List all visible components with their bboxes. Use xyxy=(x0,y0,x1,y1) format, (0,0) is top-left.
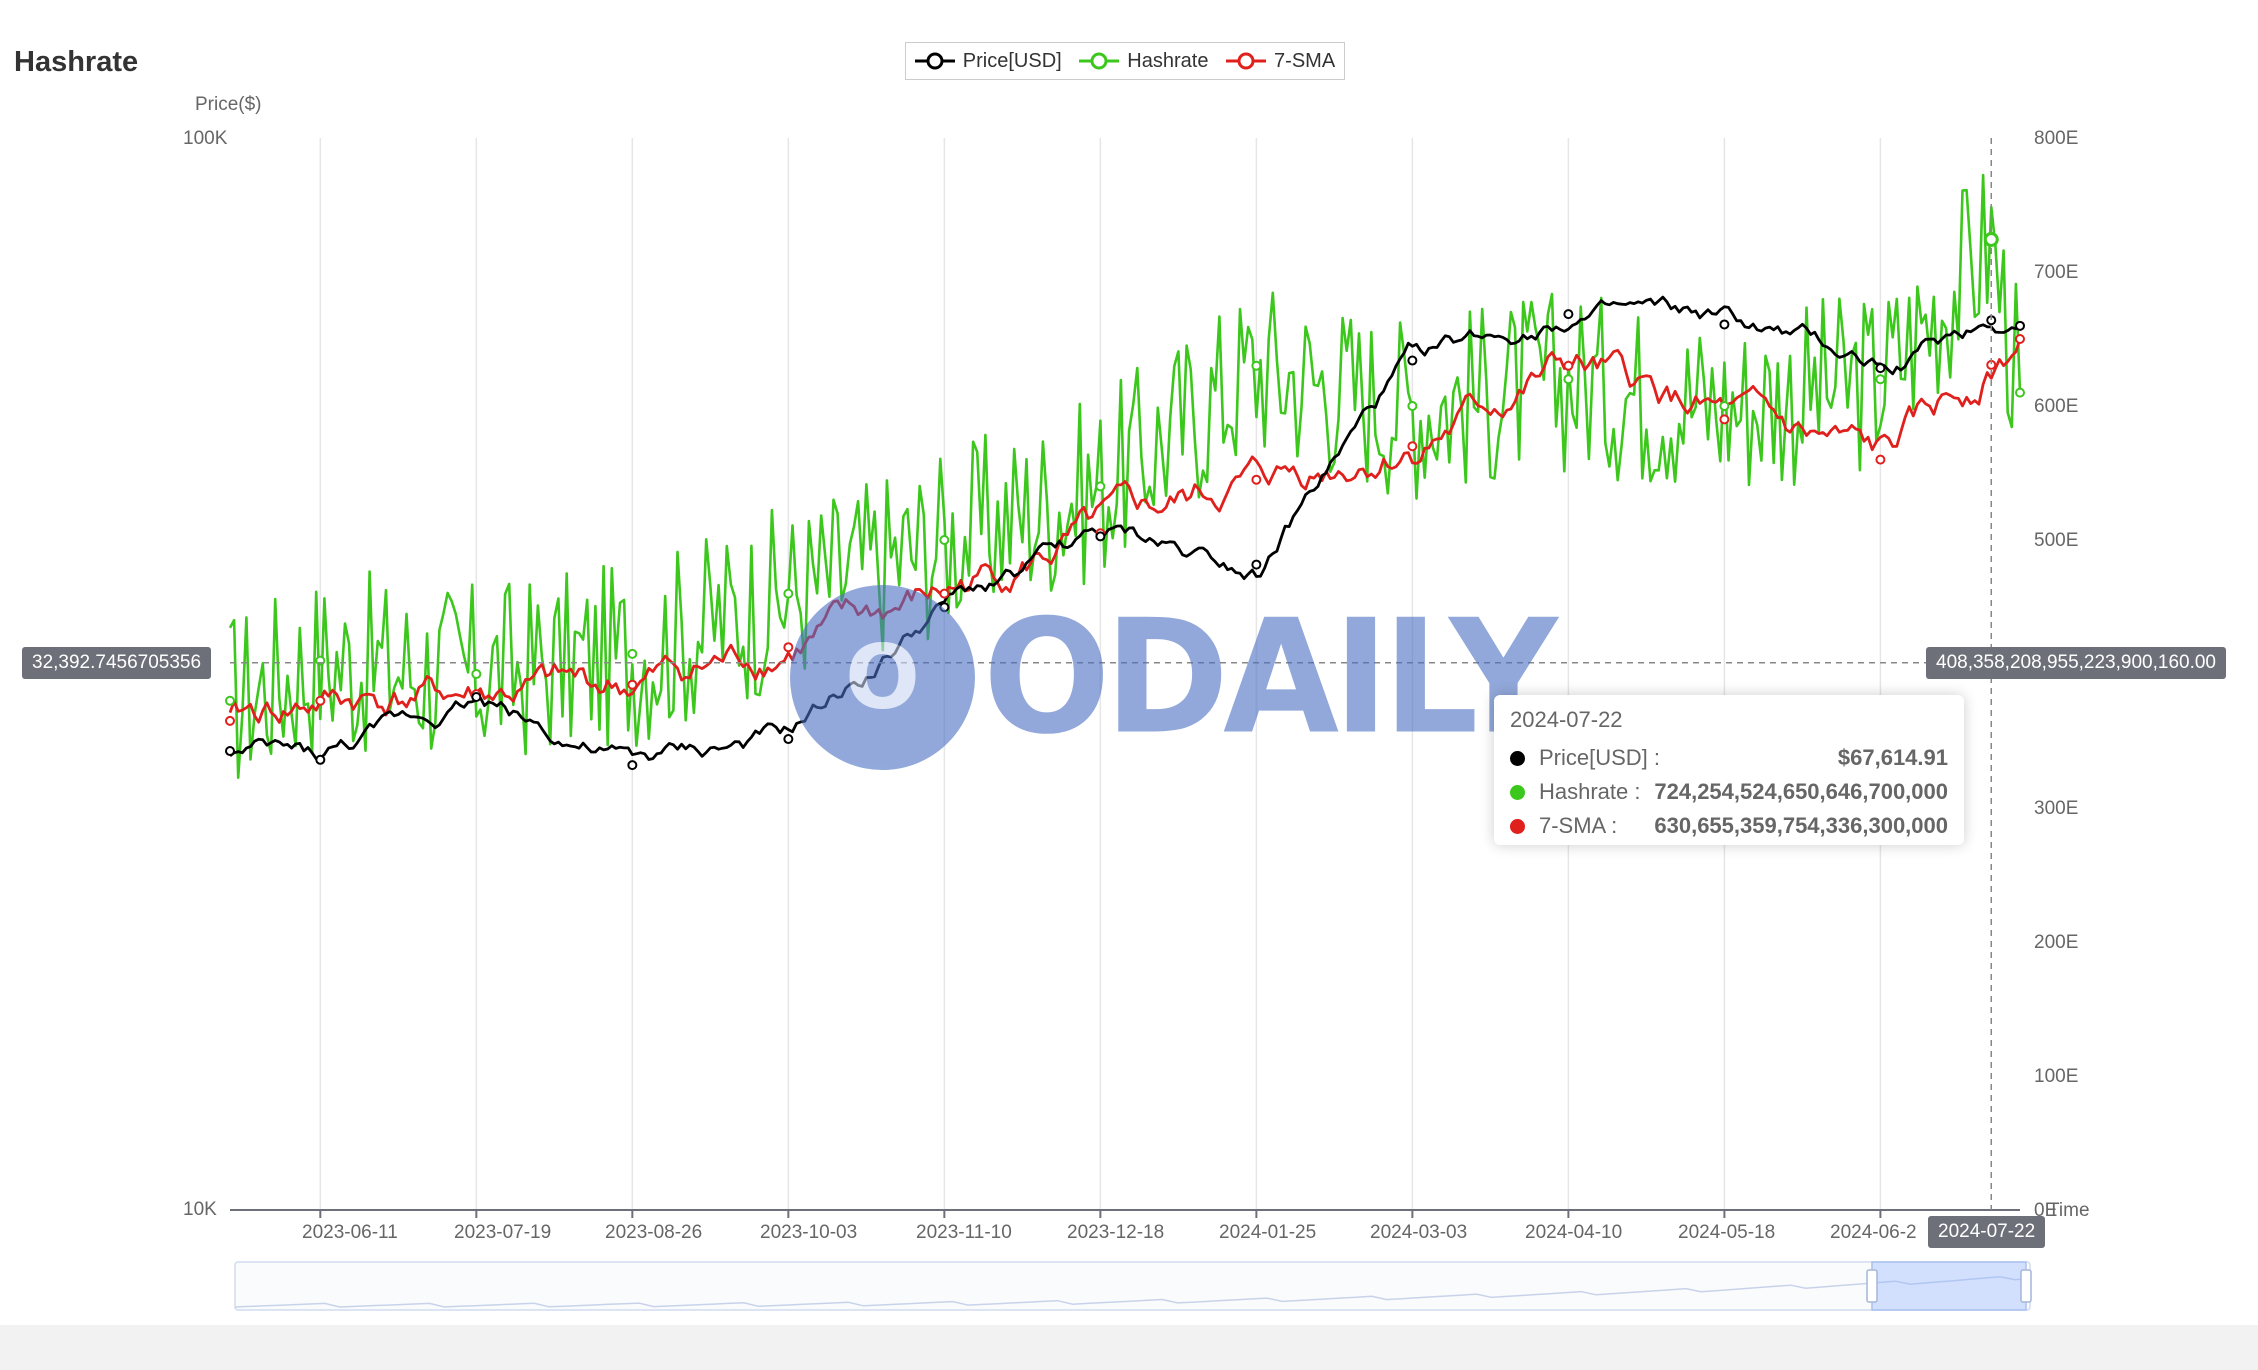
x-tick-label: 2023-11-10 xyxy=(916,1222,1012,1243)
data-point-sma[interactable] xyxy=(1719,414,1730,425)
x-tick-label: 2023-10-03 xyxy=(760,1222,858,1243)
data-point-hashrate[interactable] xyxy=(1407,401,1418,411)
data-point-sma[interactable] xyxy=(225,715,235,726)
x-tick-label: 2024-06-2 xyxy=(1830,1222,1917,1243)
data-point-sma[interactable] xyxy=(2015,334,2025,344)
tooltip-row-sma: 7-SMA : 630,655,359,754,336,300,000 xyxy=(1510,809,1948,843)
x-tick-label: 2023-08-26 xyxy=(605,1222,703,1243)
crosshair-x-value: 2024-07-22 xyxy=(1928,1216,2046,1248)
data-point-hashrate[interactable] xyxy=(939,535,950,545)
data-point-hashrate[interactable] xyxy=(783,588,794,599)
data-point-price[interactable] xyxy=(471,691,482,702)
crosshair-left-value: 32,392.7456705356 xyxy=(22,647,212,679)
data-point-hashrate[interactable] xyxy=(627,648,638,659)
data-point-hashrate[interactable] xyxy=(1563,374,1574,385)
right-tick-label: 800E xyxy=(2034,128,2079,149)
data-point-price[interactable] xyxy=(1875,363,1886,374)
data-point-price[interactable] xyxy=(315,754,326,765)
data-point-hashrate[interactable] xyxy=(1251,360,1262,371)
chart-tooltip: 2024-07-22 Price[USD] : $67,614.91 Hashr… xyxy=(1494,695,1964,845)
tooltip-series-name: Price[USD] : xyxy=(1539,745,1661,770)
series-dot-icon xyxy=(1510,784,1525,800)
left-axis-name: Price($) xyxy=(195,94,262,115)
data-point-price[interactable] xyxy=(2015,320,2025,331)
right-tick-label: 600E xyxy=(2034,396,2079,417)
data-point-hashrate[interactable] xyxy=(471,669,482,679)
data-point-price[interactable] xyxy=(783,734,794,745)
data-point-price[interactable] xyxy=(225,746,235,757)
data-point-sma[interactable] xyxy=(1563,360,1574,371)
right-tick-label: 100E xyxy=(2034,1066,2079,1087)
datazoom-handle-right[interactable] xyxy=(2020,1269,2032,1303)
data-point-price[interactable] xyxy=(1407,355,1418,366)
tooltip-row-price: Price[USD] : $67,614.91 xyxy=(1510,741,1948,775)
data-point-price[interactable] xyxy=(1095,531,1106,542)
chart-canvas[interactable] xyxy=(0,0,2258,1325)
x-tick-label: 2024-05-18 xyxy=(1678,1222,1776,1243)
left-tick-label: 100K xyxy=(183,128,228,149)
tooltip-date: 2024-07-22 xyxy=(1510,707,1623,732)
x-axis-name: Time xyxy=(2048,1200,2090,1221)
data-point-sma[interactable] xyxy=(1251,474,1262,485)
data-point-price[interactable] xyxy=(1719,319,1730,330)
data-point-hashrate[interactable] xyxy=(2015,387,2025,398)
right-tick-label: 500E xyxy=(2034,530,2079,551)
tooltip-series-value: 630,655,359,754,336,300,000 xyxy=(1654,813,1948,838)
data-point-sma[interactable] xyxy=(315,695,326,706)
series-line-hashrate[interactable] xyxy=(228,173,2022,780)
data-point-hashrate[interactable] xyxy=(1875,374,1886,385)
series-dot-icon xyxy=(1510,818,1525,834)
data-point-sma[interactable] xyxy=(1407,441,1418,452)
data-point-price[interactable] xyxy=(627,760,638,771)
x-tick-label: 2023-07-19 xyxy=(454,1222,552,1243)
right-tick-label: 300E xyxy=(2034,798,2079,819)
datazoom-track[interactable] xyxy=(234,1261,2031,1311)
right-tick-label: 200E xyxy=(2034,932,2079,953)
datazoom-handle-left[interactable] xyxy=(1866,1269,1878,1303)
tooltip-series-value: $67,614.91 xyxy=(1837,745,1948,770)
left-tick-label: 10K xyxy=(183,1199,217,1220)
tooltip-series-name: Hashrate : xyxy=(1539,779,1641,804)
tooltip-series-value: 724,254,524,650,646,700,000 xyxy=(1654,779,1948,804)
page-footer-strip xyxy=(0,1325,2258,1370)
x-tick-label: 2023-12-18 xyxy=(1067,1222,1165,1243)
data-point-hashrate[interactable] xyxy=(225,695,235,706)
data-point-sma[interactable] xyxy=(1875,454,1886,465)
data-point-price[interactable] xyxy=(939,602,950,613)
tooltip-series-name: 7-SMA : xyxy=(1539,813,1618,838)
datazoom-selection[interactable] xyxy=(1871,1261,2027,1311)
data-point-sma[interactable] xyxy=(939,588,950,599)
x-tick-label: 2024-03-03 xyxy=(1370,1222,1468,1243)
tooltip-row-hashrate: Hashrate : 724,254,524,650,646,700,000 xyxy=(1510,775,1948,809)
data-point-price[interactable] xyxy=(1251,559,1262,570)
data-point-hashrate[interactable] xyxy=(1719,401,1730,411)
x-tick-label: 2024-01-25 xyxy=(1219,1222,1317,1243)
data-point-sma[interactable] xyxy=(783,642,794,653)
x-tick-label: 2023-06-11 xyxy=(302,1222,398,1243)
data-point-sma[interactable] xyxy=(627,679,638,690)
x-tick-label: 2024-04-10 xyxy=(1525,1222,1623,1243)
data-point-price[interactable] xyxy=(1563,309,1574,320)
highlight-point-hashrate[interactable] xyxy=(1983,232,1999,248)
series-dot-icon xyxy=(1510,750,1525,766)
right-tick-label: 700E xyxy=(2034,262,2079,283)
crosshair-right-value: 408,358,208,955,223,900,160.00 xyxy=(1926,647,2226,679)
data-point-hashrate[interactable] xyxy=(1095,481,1106,492)
